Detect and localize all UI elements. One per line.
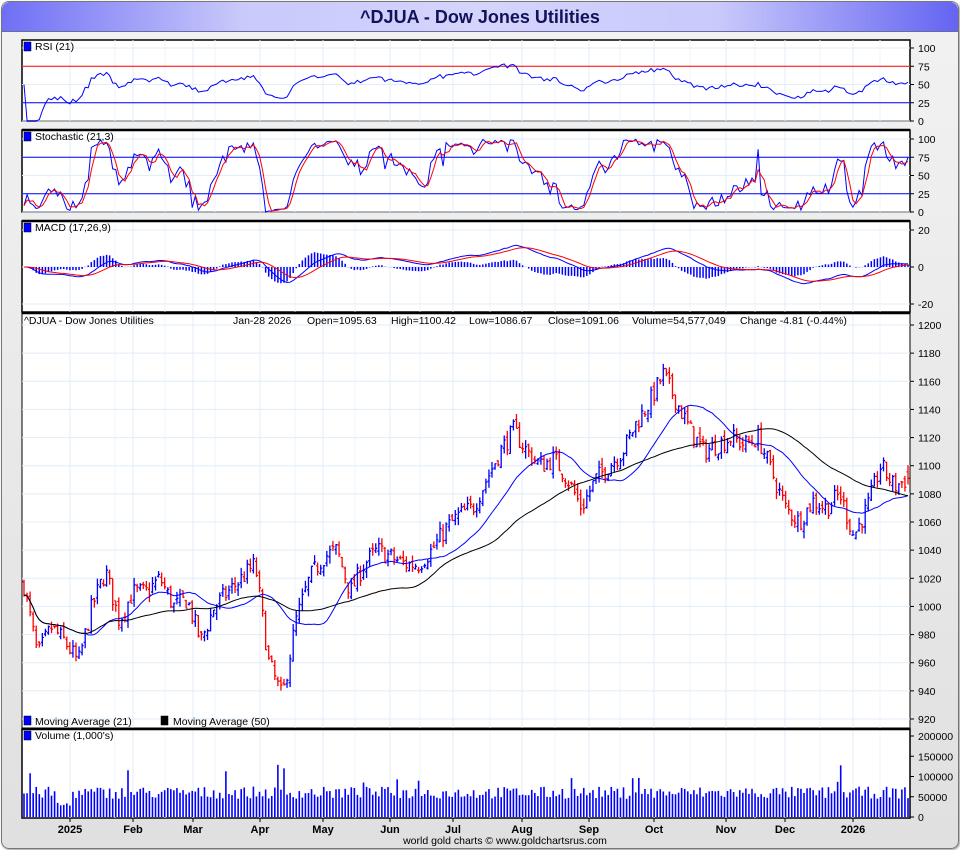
panel-1 — [21, 129, 911, 213]
macd-label: MACD (17,26,9) — [35, 222, 111, 234]
x-month-label: Nov — [716, 824, 738, 836]
y-tick-label: 960 — [918, 658, 936, 670]
y-tick-label: 50 — [918, 80, 930, 92]
x-month-label: Dec — [775, 824, 795, 836]
x-month-label: Feb — [123, 824, 143, 836]
y-tick-label: 1100 — [918, 461, 941, 473]
y-tick-label: 0 — [918, 207, 924, 219]
x-month-label: Oct — [645, 824, 664, 836]
y-tick-label: 1120 — [918, 433, 941, 445]
y-tick-label: 940 — [918, 686, 936, 698]
quote-date: Jan-28 2026 — [233, 315, 292, 327]
y-tick-label: 0 — [918, 812, 924, 824]
volume-label: Volume (1,000's) — [35, 730, 113, 742]
y-tick-label: 1160 — [918, 376, 941, 388]
y-tick-label: 1200 — [918, 320, 942, 332]
chart-canvas: 100 75 50 25 0 100 75 50 25 0 20 0 -20 1200 1180 1160 11… — [21, 39, 953, 847]
y-tick-label: 980 — [918, 630, 936, 642]
y-tick-label: 1140 — [918, 404, 941, 416]
y-tick-label: 200000 — [918, 731, 953, 743]
rsi-legend-swatch — [23, 41, 32, 52]
y-tick-label: 1180 — [918, 348, 941, 360]
price-panel-label: ^DJUA - Dow Jones Utilities — [24, 315, 154, 327]
stoch-legend-swatch — [23, 131, 32, 142]
y-tick-label: 1020 — [918, 573, 942, 585]
y-tick-label: 1080 — [918, 489, 942, 501]
y-tick-label: 920 — [918, 714, 936, 726]
y-tick-label: 1040 — [918, 545, 942, 557]
macd-legend-swatch — [23, 222, 32, 233]
ma50-legend-swatch — [160, 715, 169, 726]
ma21-legend: Moving Average (21) — [35, 716, 132, 728]
quote-change: Change -4.81 (-0.44%) — [740, 315, 847, 327]
quote-close: Close=1091.06 — [548, 315, 619, 327]
quote-high: High=1100.42 — [391, 315, 456, 327]
x-month-label: Mar — [183, 824, 203, 836]
y-tick-label: 75 — [918, 61, 930, 73]
x-month-label: 2026 — [841, 824, 865, 836]
y-tick-label: 100000 — [918, 772, 953, 784]
y-tick-label: 75 — [918, 152, 930, 164]
y-tick-label: 100 — [918, 43, 936, 55]
x-month-label: Jun — [380, 824, 400, 836]
y-tick-label: 25 — [918, 189, 930, 201]
ma21-legend-swatch — [23, 715, 32, 726]
y-tick-label: -20 — [918, 299, 933, 311]
y-tick-label: 50 — [918, 171, 930, 183]
y-tick-label: 25 — [918, 98, 930, 110]
ma50-legend: Moving Average (50) — [173, 716, 270, 728]
panel-0 — [21, 39, 911, 122]
x-month-label: May — [312, 824, 334, 836]
y-tick-label: 100 — [918, 134, 936, 146]
y-tick-label: 0 — [918, 116, 924, 128]
rsi-label: RSI (21) — [35, 41, 74, 53]
y-tick-label: 0 — [918, 262, 924, 274]
quote-volume: Volume=54,577,049 — [632, 315, 726, 327]
quote-low: Low=1086.67 — [469, 315, 533, 327]
footer-credit: world gold charts © www.goldchartsrus.co… — [402, 835, 607, 847]
x-month-label: Apr — [251, 824, 271, 836]
panel-3 — [21, 312, 911, 729]
stoch-label: Stochastic (21,3) — [35, 131, 114, 143]
volume-legend-swatch — [23, 730, 32, 741]
y-tick-label: 1000 — [918, 601, 942, 613]
y-tick-label: 50000 — [918, 792, 947, 804]
y-tick-label: 20 — [918, 225, 930, 237]
x-month-label: 2025 — [58, 824, 82, 836]
y-tick-label: 150000 — [918, 751, 953, 763]
quote-open: Open=1095.63 — [307, 315, 377, 327]
y-tick-label: 1060 — [918, 517, 942, 529]
